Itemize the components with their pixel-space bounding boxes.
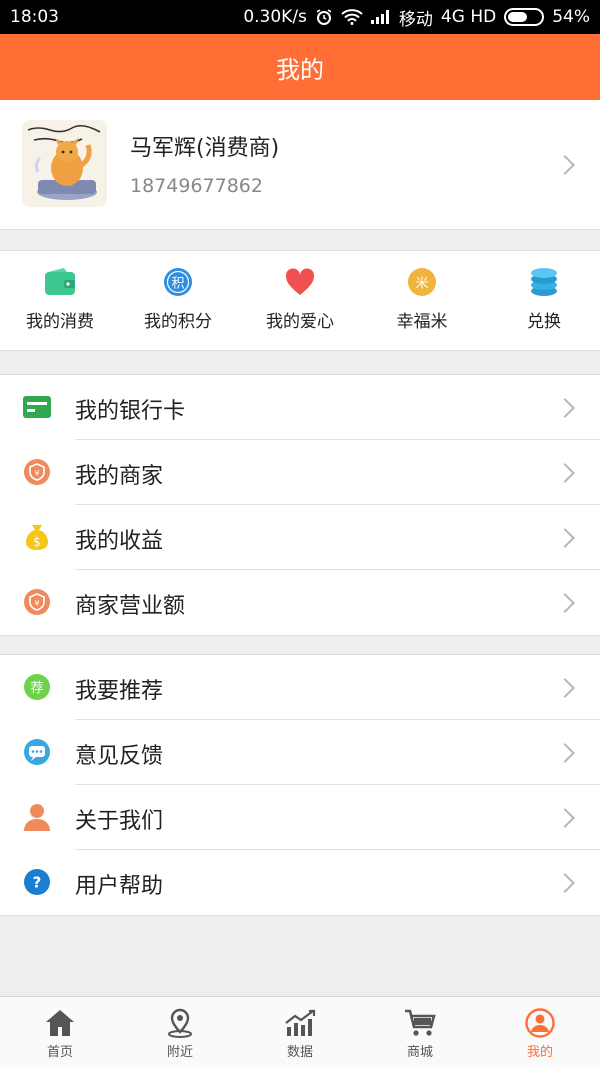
quick-label: 我的积分 <box>144 312 212 332</box>
menu-label: 我的商家 <box>75 464 164 489</box>
battery-icon <box>504 8 545 26</box>
quick-item-love[interactable]: 我的爱心 <box>240 251 360 351</box>
chevron-right-icon <box>555 743 575 763</box>
chevron-right-icon <box>555 678 575 698</box>
tab-label: 首页 <box>46 1045 73 1060</box>
chevron-right-icon <box>555 808 575 828</box>
menu-item-bank-card[interactable]: 我的银行卡 <box>0 375 600 440</box>
merchant-icon: ¥ <box>22 457 52 487</box>
quick-item-exchange[interactable]: 兑换 <box>484 251 600 351</box>
chevron-right-icon <box>555 873 575 893</box>
tab-mine[interactable]: 我的 <box>480 997 600 1067</box>
tab-nearby[interactable]: 附近 <box>120 997 240 1067</box>
menu-item-help[interactable]: ? 用户帮助 <box>0 850 600 915</box>
home-icon <box>43 1007 77 1039</box>
turnover-icon: ¥ <box>22 587 52 617</box>
status-bar: 18:03 0.30K/s 移动 4G HD 54% <box>0 0 600 34</box>
menu-label: 用户帮助 <box>75 874 164 899</box>
profile-name: 马军辉(消费商) <box>130 136 280 161</box>
tab-label: 商城 <box>406 1045 433 1060</box>
profile-phone: 18749677862 <box>130 175 263 197</box>
menu-item-merchant[interactable]: ¥ 我的商家 <box>0 440 600 505</box>
location-icon <box>163 1007 197 1039</box>
avatar[interactable] <box>22 120 107 207</box>
chevron-right-icon <box>555 528 575 548</box>
coins-icon <box>527 265 561 299</box>
svg-text:?: ? <box>33 874 42 892</box>
points-icon: 积 <box>161 265 195 299</box>
svg-text:积: 积 <box>171 277 184 292</box>
chevron-right-icon <box>555 593 575 613</box>
recommend-icon: 荐 <box>22 672 52 702</box>
network-type: 4G HD <box>440 7 497 27</box>
network-speed: 0.30K/s <box>243 7 307 27</box>
svg-text:$: $ <box>33 535 41 549</box>
quick-label: 我的消费 <box>26 312 94 332</box>
recommend-badge: 荐 <box>30 681 43 696</box>
quick-label: 幸福米 <box>396 312 448 332</box>
help-icon: ? <box>22 867 52 897</box>
menu-label: 商家营业额 <box>75 594 186 619</box>
wallet-icon <box>43 265 77 299</box>
carrier-name: 移动 <box>398 9 433 30</box>
quick-item-points[interactable]: 积 我的积分 <box>118 251 238 351</box>
user-icon <box>523 1007 557 1039</box>
chevron-right-icon <box>555 463 575 483</box>
profile-card[interactable]: 马军辉(消费商) 18749677862 <box>0 100 600 230</box>
tab-label: 数据 <box>286 1045 313 1060</box>
quick-item-consumption[interactable]: 我的消费 <box>0 251 120 351</box>
menu-label: 意见反馈 <box>75 744 164 769</box>
title-bar: 我的 <box>0 34 600 100</box>
menu-item-about[interactable]: 关于我们 <box>0 785 600 850</box>
menu-item-recommend[interactable]: 荐 我要推荐 <box>0 655 600 720</box>
signal-icon <box>370 10 391 24</box>
page-title: 我的 <box>276 55 324 84</box>
tab-data[interactable]: 数据 <box>240 997 360 1067</box>
menu-item-earnings[interactable]: $ 我的收益 <box>0 505 600 570</box>
quick-label: 兑换 <box>527 312 561 332</box>
money-bag-icon: $ <box>22 522 52 552</box>
quick-actions: 我的消费 积 我的积分 我的爱心 米 幸福米 兑换 <box>0 250 600 351</box>
bottom-tab-bar: 首页 附近 数据 商城 我的 <box>0 996 600 1067</box>
wifi-icon <box>341 9 363 25</box>
person-icon <box>22 802 52 832</box>
chevron-right-icon <box>555 398 575 418</box>
menu-label: 我的银行卡 <box>75 399 186 424</box>
chevron-right-icon <box>555 155 575 175</box>
menu-item-turnover[interactable]: ¥ 商家营业额 <box>0 570 600 635</box>
alarm-icon <box>315 8 333 26</box>
tab-home[interactable]: 首页 <box>0 997 120 1067</box>
menu-group-support: 荐 我要推荐 意见反馈 关于我们 ? 用户帮助 <box>0 654 600 916</box>
tab-label: 我的 <box>526 1045 553 1060</box>
svg-text:¥: ¥ <box>34 469 39 478</box>
cart-icon <box>403 1007 437 1039</box>
bank-card-icon <box>22 392 52 422</box>
menu-group-account: 我的银行卡 ¥ 我的商家 $ 我的收益 ¥ 商家营业额 <box>0 374 600 636</box>
chart-icon <box>283 1007 317 1039</box>
feedback-icon <box>22 737 52 767</box>
menu-label: 我要推荐 <box>75 679 164 704</box>
heart-icon <box>283 265 317 299</box>
menu-label: 我的收益 <box>75 529 164 554</box>
svg-text:¥: ¥ <box>34 599 39 608</box>
rice-icon: 米 <box>405 265 439 299</box>
tab-label: 附近 <box>166 1045 193 1060</box>
quick-item-rice[interactable]: 米 幸福米 <box>362 251 482 351</box>
svg-text:米: 米 <box>415 277 428 292</box>
menu-label: 关于我们 <box>75 809 164 834</box>
status-time: 18:03 <box>10 7 59 27</box>
quick-label: 我的爱心 <box>266 312 334 332</box>
menu-item-feedback[interactable]: 意见反馈 <box>0 720 600 785</box>
battery-percent: 54% <box>552 7 590 27</box>
tab-mall[interactable]: 商城 <box>360 997 480 1067</box>
